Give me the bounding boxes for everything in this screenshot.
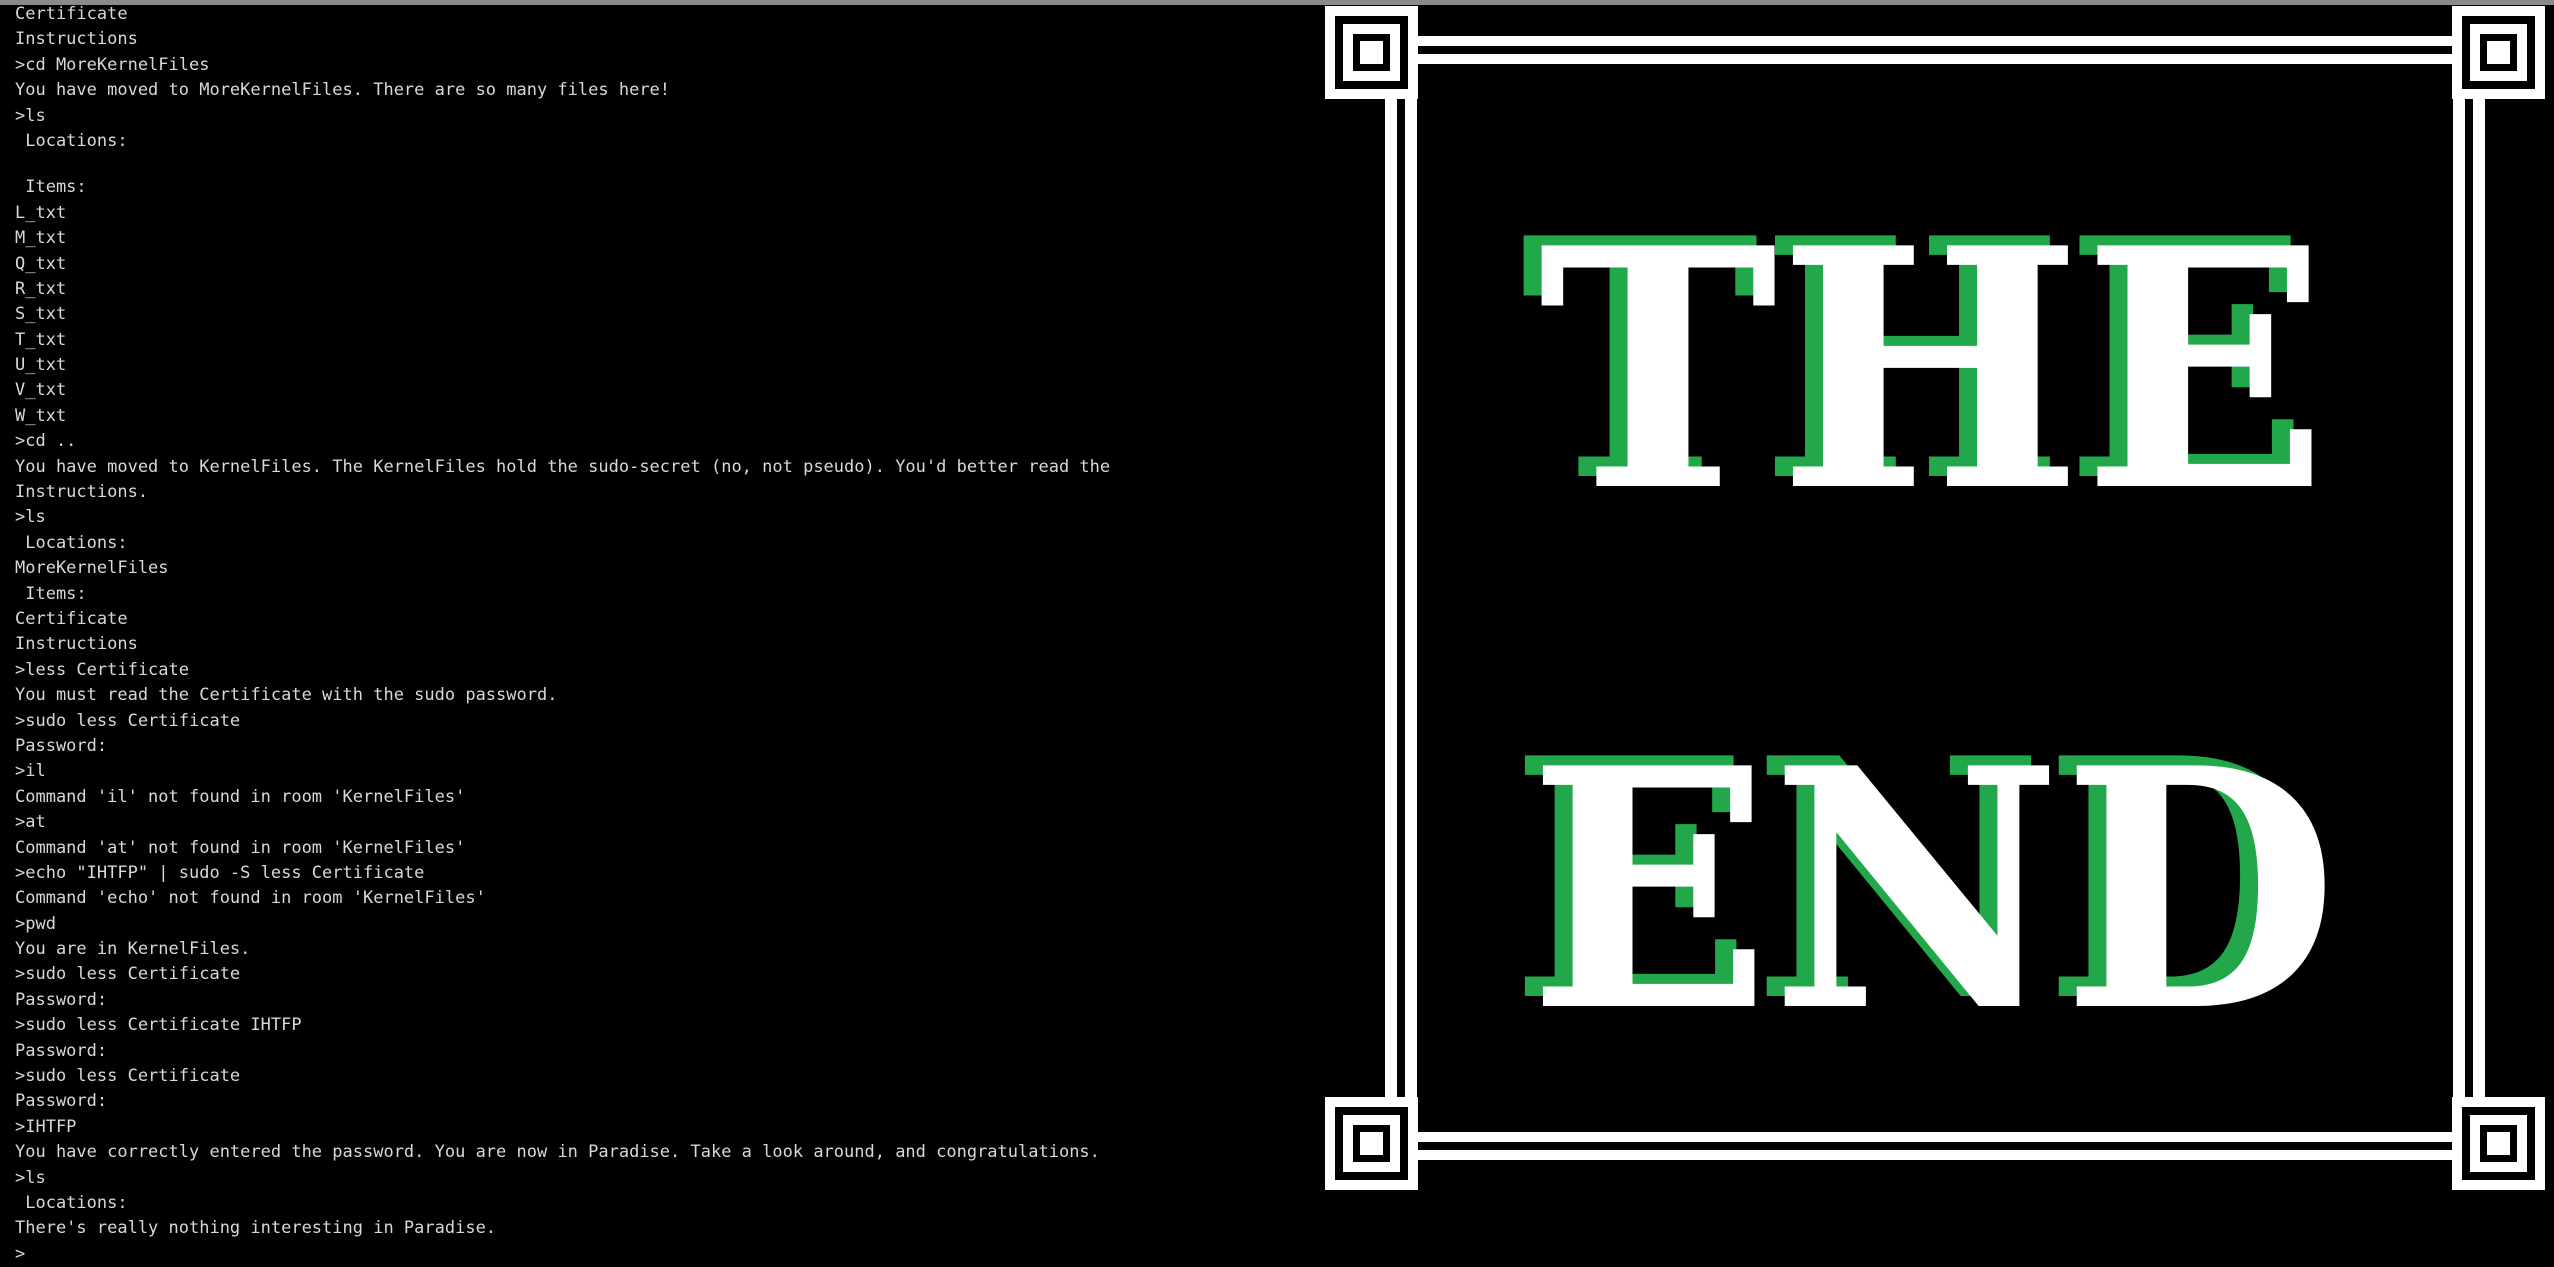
terminal-line: Password:	[15, 1091, 108, 1112]
terminal-line: R_txt	[15, 278, 67, 299]
terminal-output[interactable]: Certificate Instructions >cd MoreKernelFil…	[15, 2, 1315, 1267]
terminal-line: >less Certificate	[15, 659, 189, 680]
terminal-line: Certificate	[15, 608, 128, 629]
terminal-line: Instructions.	[15, 482, 149, 503]
terminal-line: >ls	[15, 105, 46, 126]
terminal-line: Instructions	[15, 634, 138, 655]
terminal-line: Certificate	[15, 4, 128, 24]
word-end: END END	[1510, 686, 2338, 1084]
terminal-line: Command 'echo' not found in room 'Kernel…	[15, 888, 486, 909]
terminal-line: M_txt	[15, 228, 67, 249]
terminal-line: >at	[15, 812, 46, 833]
terminal-line: Q_txt	[15, 253, 67, 274]
terminal-line: Locations:	[15, 1192, 128, 1213]
terminal-line: >sudo less Certificate	[15, 964, 241, 985]
terminal-line: >ls	[15, 507, 46, 528]
terminal-line: Password:	[15, 735, 108, 756]
the-end-frame: THE THE END END	[1325, 6, 2545, 1190]
terminal-line: You have moved to MoreKernelFiles. There…	[15, 80, 671, 101]
terminal-line: Locations:	[15, 130, 128, 151]
terminal-line: W_txt	[15, 405, 67, 426]
terminal-line: Command 'il' not found in room 'KernelFi…	[15, 786, 466, 807]
terminal-line: Items:	[15, 583, 87, 604]
terminal-line: U_txt	[15, 355, 67, 376]
terminal-line: You are in KernelFiles.	[15, 939, 251, 960]
terminal-line: Instructions	[15, 29, 138, 50]
corner-top-right	[2452, 6, 2545, 99]
terminal-line: You have moved to KernelFiles. The Kerne…	[15, 456, 1111, 477]
terminal-line: >sudo less Certificate	[15, 710, 241, 731]
terminal-line: Password:	[15, 1040, 108, 1061]
terminal-line: Locations:	[15, 532, 128, 553]
the-end-banner: THE THE END END	[1325, 6, 2545, 1190]
terminal-line: >sudo less Certificate IHTFP	[15, 1015, 302, 1036]
corner-bottom-left	[1325, 1097, 1418, 1190]
terminal-line: >	[15, 1243, 26, 1264]
terminal-line: >echo "IHTFP" | sudo -S less Certificate	[15, 862, 425, 883]
terminal-line: You have correctly entered the password.…	[15, 1142, 1100, 1163]
terminal-line: You must read the Certificate with the s…	[15, 685, 558, 706]
terminal-line: >cd MoreKernelFiles	[15, 54, 210, 75]
terminal-line: V_txt	[15, 380, 67, 401]
terminal-line: There's really nothing interesting in Pa…	[15, 1218, 497, 1239]
terminal-line: >ls	[15, 1167, 46, 1188]
terminal-line: MoreKernelFiles	[15, 558, 169, 579]
word-end-text: END	[1528, 696, 2338, 1084]
terminal-line: Items:	[15, 177, 87, 198]
terminal-line: >pwd	[15, 913, 56, 934]
terminal-line: >sudo less Certificate	[15, 1066, 241, 1087]
word-the-text: THE	[1538, 176, 2328, 564]
terminal-line: L_txt	[15, 202, 67, 223]
corner-top-left	[1325, 6, 1418, 99]
terminal-line: Password:	[15, 989, 108, 1010]
terminal-line: >il	[15, 761, 46, 782]
word-the: THE THE	[1520, 166, 2328, 564]
terminal-line: S_txt	[15, 304, 67, 325]
terminal-line: >cd ..	[15, 431, 77, 452]
terminal-line: T_txt	[15, 329, 67, 350]
corner-bottom-right	[2452, 1097, 2545, 1190]
terminal-line: Command 'at' not found in room 'KernelFi…	[15, 837, 466, 858]
terminal-line: >IHTFP	[15, 1116, 77, 1137]
